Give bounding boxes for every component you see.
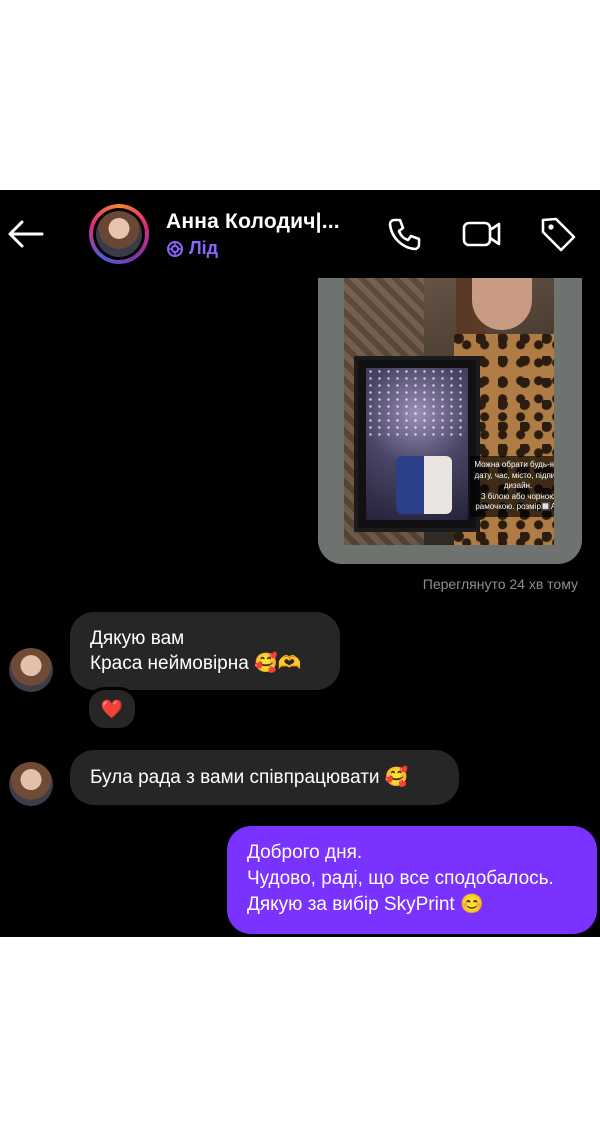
shared-media-card[interactable]: Можна обрати будь-яку дату, час, місто, … xyxy=(318,278,582,564)
message-text: Була рада з вами співпрацювати 🥰 xyxy=(90,767,409,788)
tag-icon[interactable] xyxy=(538,214,578,254)
shared-photo: Можна обрати будь-яку дату, час, місто, … xyxy=(344,278,554,545)
media-caption: Можна обрати будь-яку дату, час, місто, … xyxy=(470,456,554,517)
sender-avatar[interactable] xyxy=(9,648,53,692)
heart-icon: ❤️ xyxy=(100,698,124,720)
message-text: Доброго дня. xyxy=(247,842,363,863)
message-text: Чудово, раді, що все сподобалось. xyxy=(247,868,554,889)
phone-icon[interactable] xyxy=(384,214,424,254)
avatar-photo xyxy=(96,211,142,257)
star-map-frame xyxy=(354,356,480,532)
avatar[interactable] xyxy=(89,204,149,264)
lead-badge-icon xyxy=(167,240,183,257)
lead-badge[interactable]: Лід xyxy=(166,238,218,259)
chat-screen: Анна Колодич|... Лід Можна обрати будь-я… xyxy=(0,190,600,937)
sender-avatar[interactable] xyxy=(9,762,53,806)
lead-label: Лід xyxy=(189,238,219,258)
incoming-message[interactable]: Була рада з вами співпрацювати 🥰 xyxy=(70,750,459,805)
message-text: Дякую за вибір SkyPrint 😊 xyxy=(247,894,484,915)
seen-status: Переглянуто 24 хв тому xyxy=(422,576,578,592)
back-arrow-icon[interactable] xyxy=(6,214,46,254)
contact-name[interactable]: Анна Колодич|... xyxy=(166,210,340,234)
video-camera-icon[interactable] xyxy=(461,214,501,254)
incoming-message[interactable]: Дякую вам Краса неймовірна 🥰🫶 xyxy=(70,612,340,690)
message-text: Дякую вам xyxy=(90,628,185,649)
outgoing-message[interactable]: Доброго дня. Чудово, раді, що все сподоб… xyxy=(227,826,597,934)
heart-reaction[interactable]: ❤️ xyxy=(86,687,138,731)
message-text: Краса неймовірна 🥰🫶 xyxy=(90,653,302,674)
